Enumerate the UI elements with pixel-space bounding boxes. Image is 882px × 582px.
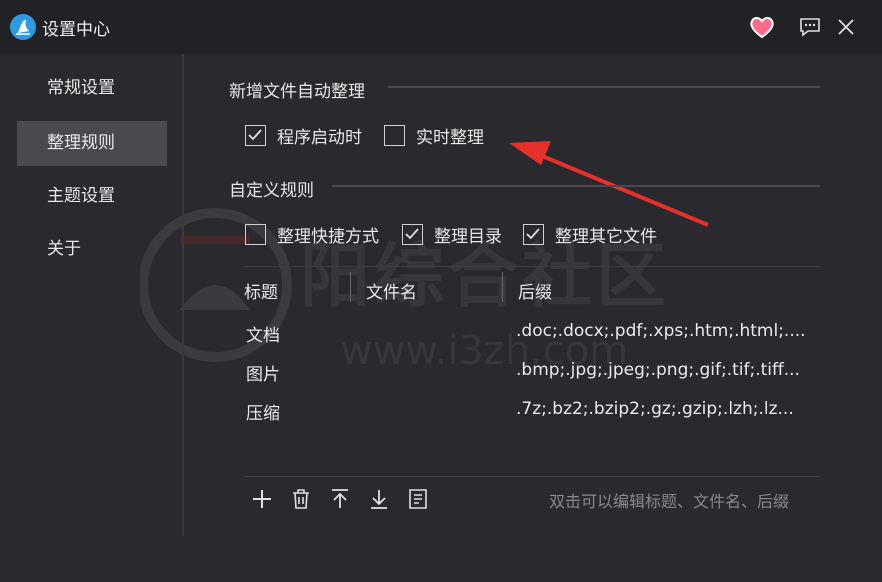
close-icon[interactable] [834, 15, 858, 39]
toolbar-hint: 双击可以编辑标题、文件名、后缀 [549, 492, 790, 511]
checkbox-shortcuts[interactable]: 整理快捷方式 [245, 222, 379, 247]
section-divider [388, 86, 820, 88]
row-suffix: .doc;.docx;.pdf;.xps;.htm;.html;.... [516, 321, 806, 341]
checkbox-label: 实时整理 [416, 128, 484, 148]
column-separator[interactable] [502, 272, 503, 302]
window-title: 设置中心 [42, 20, 110, 40]
checkbox-checked-icon [523, 224, 544, 245]
table-bottom-border [244, 476, 820, 477]
checkbox-unchecked-icon [245, 224, 266, 245]
move-top-icon[interactable] [328, 487, 352, 511]
column-separator[interactable] [350, 272, 351, 302]
feedback-icon[interactable] [798, 15, 822, 39]
column-header-filename[interactable]: 文件名 [366, 278, 417, 303]
checkbox-on-startup[interactable]: 程序启动时 [245, 123, 362, 148]
sidebar: 常规设置 整理规则 主题设置 关于 [0, 54, 184, 582]
checkbox-label: 程序启动时 [277, 128, 362, 148]
section-title-auto: 新增文件自动整理 [229, 82, 365, 102]
sidebar-item-theme[interactable]: 主题设置 [17, 174, 167, 219]
sidebar-item-general[interactable]: 常规设置 [17, 66, 167, 111]
section-title-custom: 自定义规则 [229, 181, 314, 201]
section-divider [332, 185, 820, 187]
sidebar-item-about[interactable]: 关于 [17, 227, 167, 272]
edit-list-icon[interactable] [406, 487, 430, 511]
table-top-border [244, 266, 820, 267]
row-suffix: .bmp;.jpg;.jpeg;.png;.gif;.tif;.tiff... [516, 360, 800, 380]
sidebar-divider [182, 54, 184, 536]
checkbox-other-files[interactable]: 整理其它文件 [523, 222, 657, 247]
row-title: 文档 [246, 326, 280, 346]
checkbox-label: 整理其它文件 [555, 227, 657, 247]
checkbox-label: 整理目录 [434, 227, 502, 247]
title-bar: 设置中心 [0, 0, 882, 54]
row-title: 压缩 [246, 404, 280, 424]
checkbox-label: 整理快捷方式 [277, 227, 379, 247]
sidebar-item-rules[interactable]: 整理规则 [17, 121, 167, 166]
delete-icon[interactable] [289, 487, 313, 511]
checkbox-realtime[interactable]: 实时整理 [384, 123, 484, 148]
add-icon[interactable] [250, 487, 274, 511]
checkbox-unchecked-icon [384, 125, 405, 146]
row-title: 图片 [246, 365, 280, 385]
row-suffix: .7z;.bz2;.bzip2;.gz;.gzip;.lzh;.lz... [516, 399, 794, 419]
checkbox-directories[interactable]: 整理目录 [402, 222, 502, 247]
column-header-title[interactable]: 标题 [244, 278, 278, 303]
app-logo-icon [10, 14, 36, 40]
heart-icon[interactable] [748, 13, 776, 41]
checkbox-checked-icon [402, 224, 423, 245]
column-header-suffix[interactable]: 后缀 [518, 278, 552, 303]
checkbox-checked-icon [245, 125, 266, 146]
move-bottom-icon[interactable] [367, 487, 391, 511]
